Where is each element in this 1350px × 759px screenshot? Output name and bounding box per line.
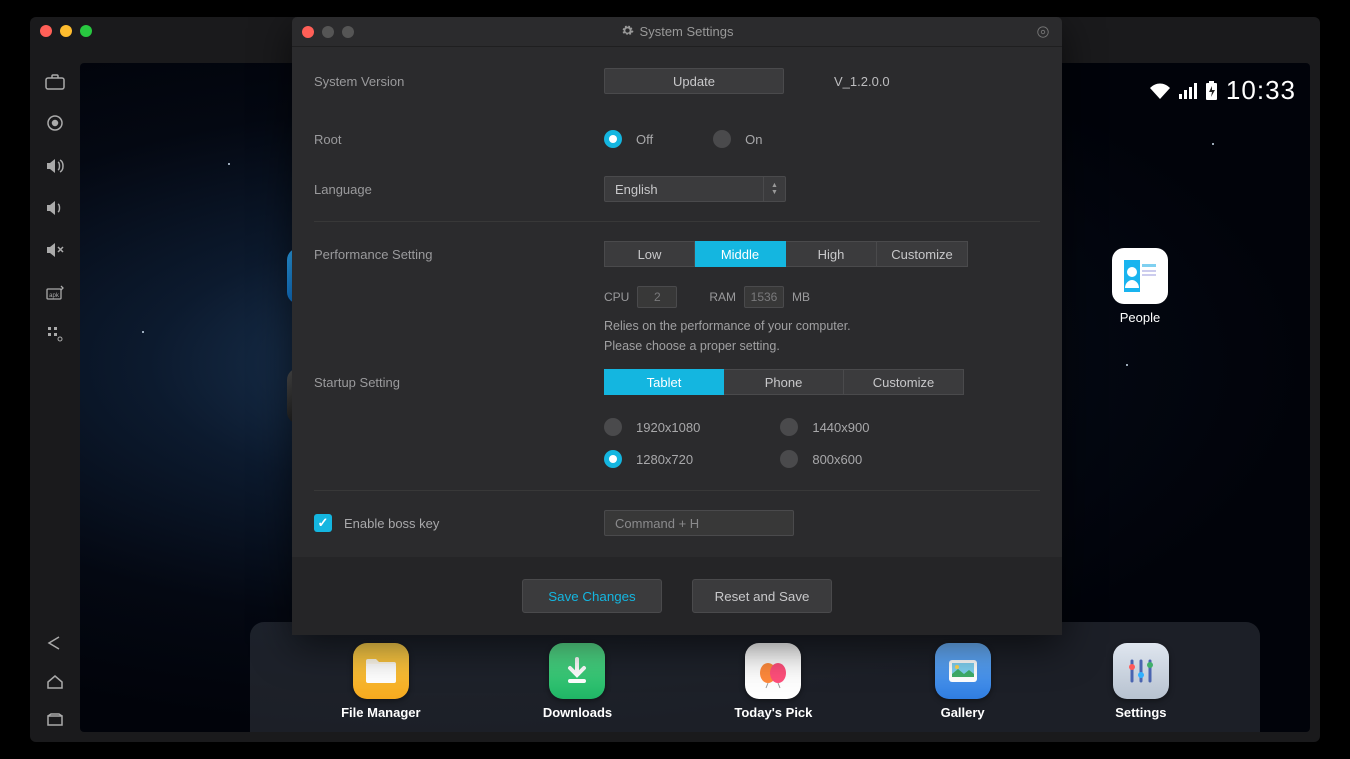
res-1920x1080[interactable]: 1920x1080 — [604, 418, 700, 436]
dock-label: Today's Pick — [734, 705, 812, 720]
startup-tablet[interactable]: Tablet — [604, 369, 724, 395]
app-label: People — [1120, 310, 1160, 325]
update-button[interactable]: Update — [604, 68, 784, 94]
performance-label: Performance Setting — [314, 247, 604, 262]
dock-file-manager[interactable]: File Manager — [341, 643, 420, 720]
perf-customize[interactable]: Customize — [877, 241, 968, 267]
chevron-updown-icon: ▲▼ — [763, 177, 785, 201]
battery-icon — [1205, 81, 1218, 101]
back-icon[interactable] — [45, 635, 65, 656]
dock-gallery[interactable]: Gallery — [935, 643, 991, 720]
volume-down-icon[interactable] — [45, 198, 65, 218]
startup-label: Startup Setting — [314, 375, 604, 390]
perf-note2: Please choose a proper setting. — [604, 336, 1040, 356]
perf-high[interactable]: High — [786, 241, 877, 267]
shake-icon[interactable] — [45, 324, 65, 344]
ram-label: RAM — [709, 290, 736, 304]
volume-up-icon[interactable] — [45, 156, 65, 176]
startup-customize[interactable]: Customize — [844, 369, 964, 395]
radio-icon — [604, 130, 622, 148]
language-label: Language — [314, 182, 604, 197]
startup-phone[interactable]: Phone — [724, 369, 844, 395]
select-value: English — [615, 182, 658, 197]
res-800x600[interactable]: 800x600 — [780, 450, 869, 468]
save-changes-button[interactable]: Save Changes — [522, 579, 662, 613]
cpu-input[interactable] — [637, 286, 677, 308]
radio-label: Off — [636, 132, 653, 147]
volume-mute-icon[interactable] — [45, 240, 65, 260]
dock-label: Settings — [1115, 705, 1166, 720]
bosskey-label: Enable boss key — [344, 516, 439, 531]
bosskey-input[interactable] — [604, 510, 794, 536]
svg-text:apk: apk — [49, 293, 60, 299]
root-on-radio[interactable]: On — [713, 130, 762, 148]
dock-label: Downloads — [543, 705, 612, 720]
startup-segment: Tablet Phone Customize — [604, 369, 964, 395]
modal-titlebar: System Settings — [292, 17, 1062, 47]
status-bar: 10:33 — [1149, 75, 1296, 106]
reset-and-save-button[interactable]: Reset and Save — [692, 579, 832, 613]
dock-todays-pick[interactable]: Today's Pick — [734, 643, 812, 720]
modal-minimize-icon[interactable] — [322, 26, 334, 38]
system-version-label: System Version — [314, 74, 604, 89]
location-icon[interactable] — [45, 114, 65, 134]
radio-icon — [780, 418, 798, 436]
perf-middle[interactable]: Middle — [695, 241, 786, 267]
modal-maximize-icon[interactable] — [342, 26, 354, 38]
radio-label: 1440x900 — [812, 420, 869, 435]
minimize-icon[interactable] — [60, 25, 72, 37]
radio-label: On — [745, 132, 762, 147]
res-1440x900[interactable]: 1440x900 — [780, 418, 869, 436]
radio-label: 1280x720 — [636, 452, 693, 467]
app-people[interactable]: People — [1100, 248, 1180, 325]
radio-icon — [604, 418, 622, 436]
language-select[interactable]: English ▲▼ — [604, 176, 786, 202]
close-icon[interactable] — [40, 25, 52, 37]
cpu-label: CPU — [604, 290, 629, 304]
ram-input[interactable] — [744, 286, 784, 308]
perf-low[interactable]: Low — [604, 241, 695, 267]
modal-title: System Settings — [640, 24, 734, 39]
dock: File Manager Downloads Today's Pick Gall… — [250, 622, 1260, 732]
root-label: Root — [314, 132, 604, 147]
version-value: V_1.2.0.0 — [834, 74, 890, 89]
signal-icon — [1179, 83, 1197, 99]
clock: 10:33 — [1226, 75, 1296, 106]
home-icon[interactable] — [46, 674, 64, 695]
ram-unit: MB — [792, 290, 810, 304]
perf-note1: Relies on the performance of your comput… — [604, 316, 1040, 336]
side-nav-bottom — [30, 635, 80, 732]
dock-label: Gallery — [941, 705, 985, 720]
dock-settings[interactable]: Settings — [1113, 643, 1169, 720]
dock-label: File Manager — [341, 705, 420, 720]
modal-close-icon[interactable] — [302, 26, 314, 38]
radio-icon — [713, 130, 731, 148]
bosskey-checkbox[interactable]: ✓ — [314, 514, 332, 532]
side-toolbar: apk — [30, 72, 80, 344]
keyboard-icon[interactable] — [45, 72, 65, 92]
modal-footer: Save Changes Reset and Save — [292, 557, 1062, 635]
radio-label: 800x600 — [812, 452, 862, 467]
radio-label: 1920x1080 — [636, 420, 700, 435]
settings-modal: System Settings System Version Update V_… — [292, 17, 1062, 635]
settings-extra-icon[interactable] — [1036, 25, 1050, 42]
root-off-radio[interactable]: Off — [604, 130, 653, 148]
radio-icon — [780, 450, 798, 468]
wifi-icon — [1149, 82, 1171, 100]
radio-icon — [604, 450, 622, 468]
dock-downloads[interactable]: Downloads — [543, 643, 612, 720]
gear-icon — [621, 24, 634, 40]
maximize-icon[interactable] — [80, 25, 92, 37]
recent-icon[interactable] — [46, 713, 64, 732]
res-1280x720[interactable]: 1280x720 — [604, 450, 700, 468]
performance-segment: Low Middle High Customize — [604, 241, 968, 267]
apk-install-icon[interactable]: apk — [45, 282, 65, 302]
